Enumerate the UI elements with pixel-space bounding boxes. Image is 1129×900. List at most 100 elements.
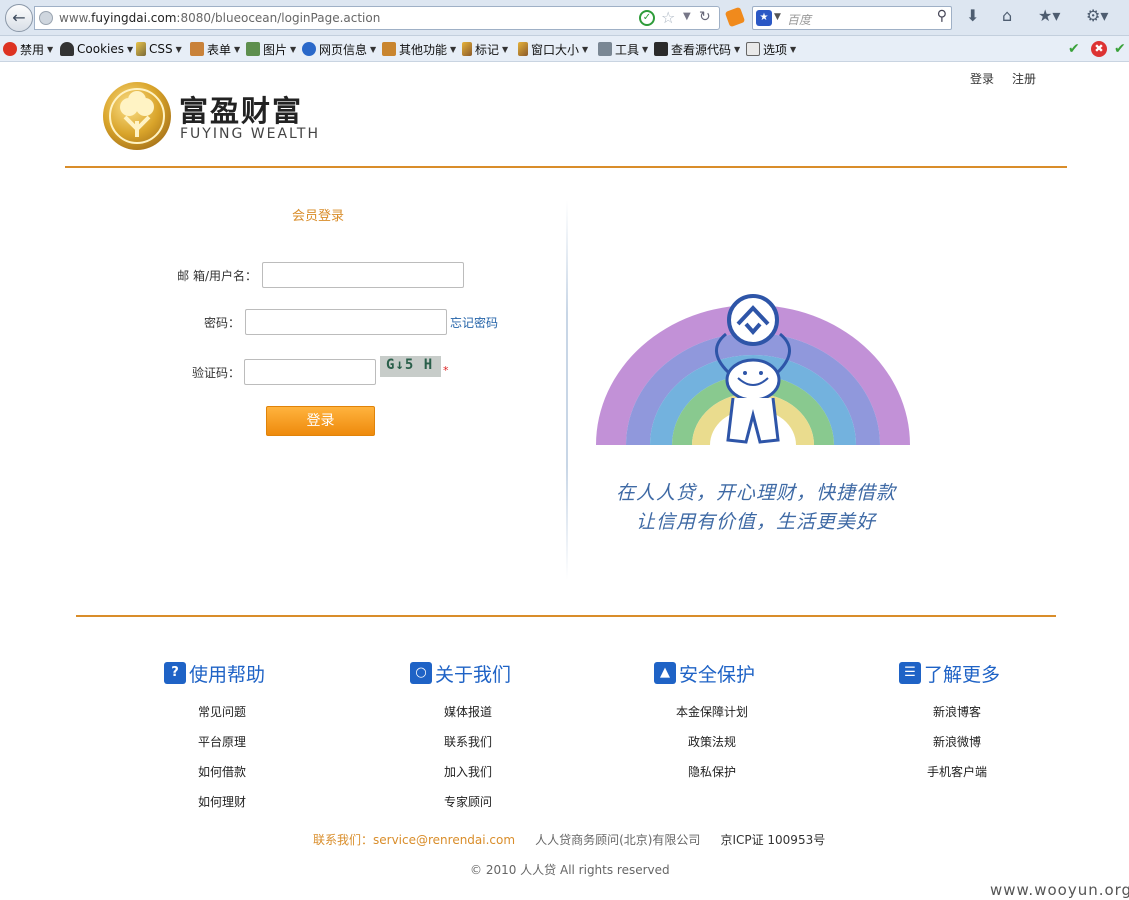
username-label: 邮 箱/用户名：	[177, 269, 257, 283]
toolbar-label: 选项	[763, 42, 788, 57]
contact-email[interactable]: 联系我们：service@renrendai.com	[313, 831, 515, 848]
register-link[interactable]: 注册	[1012, 70, 1036, 87]
toolbar-cookies[interactable]: Cookies ▼	[60, 40, 133, 58]
marker-icon	[462, 42, 472, 56]
footer-column-title: 了解更多	[924, 663, 1001, 686]
toolbar-label: CSS	[149, 42, 173, 56]
logo-english-name: FUYING WEALTH	[180, 126, 320, 142]
info-icon	[302, 42, 316, 56]
footer-link-list: 新浪博客 新浪微博 手机客户端	[899, 704, 1015, 794]
footer-link-list: 本金保障计划 政策法规 隐私保护	[654, 704, 770, 794]
icp-number: 京ICP证 100953号	[720, 833, 826, 847]
question-icon: ?	[164, 662, 186, 684]
footer-link[interactable]: 如何理财	[164, 794, 280, 824]
toolbar-label: 查看源代码	[671, 42, 732, 57]
verified-check-icon: ✓	[639, 10, 655, 26]
toolbar-resize[interactable]: 窗口大小 ▼	[518, 40, 588, 58]
tools-icon	[598, 42, 612, 56]
magnifier-icon[interactable]: ⚲	[937, 8, 947, 24]
login-link[interactable]: 登录	[970, 70, 994, 87]
slogan-line-2: 让信用有价值，生活更美好	[635, 511, 876, 533]
reload-icon[interactable]: ↻	[699, 9, 711, 25]
footer-link[interactable]: 本金保障计划	[654, 704, 770, 734]
url-text: www.fuyingdai.com:8080/blueocean/loginPa…	[59, 11, 381, 25]
toolbar-tools[interactable]: 工具 ▼	[598, 40, 648, 58]
history-dropdown-icon[interactable]: ▼	[683, 11, 691, 22]
copyright: © 2010 人人贷 All rights reserved	[470, 863, 670, 877]
bookmarks-menu-icon[interactable]: ★▾	[1038, 6, 1060, 25]
footer-link[interactable]: 新浪博客	[899, 704, 1015, 734]
rainbow-mascot-illustration	[596, 294, 910, 445]
back-arrow-icon[interactable]: ←	[5, 4, 33, 32]
login-submit-button[interactable]: 登录	[266, 406, 375, 436]
bookmark-star-icon[interactable]: ☆	[661, 8, 675, 27]
search-engine-dropdown-icon[interactable]: ▼	[774, 12, 781, 22]
toolbar-outline[interactable]: 标记 ▼	[462, 40, 508, 58]
password-label: 密码：	[203, 316, 240, 330]
toolbar-label: 窗口大小	[531, 42, 580, 57]
toolbar-page-info[interactable]: 网页信息 ▼	[302, 40, 376, 58]
toolbar-label: 网页信息	[319, 42, 368, 57]
footer-link[interactable]: 政策法规	[654, 734, 770, 764]
footer-link[interactable]: 如何借款	[164, 764, 280, 794]
toolbar-view-source[interactable]: 查看源代码 ▼	[654, 40, 740, 58]
search-bar[interactable]: ★ ▼ 百度 ⚲	[752, 6, 952, 30]
footer-link[interactable]: 平台原理	[164, 734, 280, 764]
footer-link[interactable]: 隐私保护	[654, 764, 770, 794]
baidu-paw-icon[interactable]: ★	[756, 10, 772, 26]
toolbar-disable[interactable]: 禁用 ▼	[3, 40, 53, 58]
browser-navigation-bar: ← www.fuyingdai.com:8080/blueocean/login…	[0, 0, 1129, 36]
toolbar-label: 图片	[263, 42, 288, 57]
toolbar-forms[interactable]: 表单 ▼	[190, 40, 240, 58]
download-icon[interactable]: ⬇	[966, 6, 979, 25]
source-icon	[654, 42, 668, 56]
address-bar[interactable]: www.fuyingdai.com:8080/blueocean/loginPa…	[34, 6, 720, 30]
footer-link[interactable]: 常见问题	[164, 704, 280, 734]
clipboard-icon	[190, 42, 204, 56]
captcha-image[interactable]: G↓5 H	[380, 356, 441, 377]
shield-icon: ▲	[654, 662, 676, 684]
footer-column-about: ○ 关于我们 媒体报道 联系我们 加入我们 专家顾问	[410, 660, 560, 809]
footer-link[interactable]: 专家顾问	[410, 794, 526, 824]
footer-link-list: 媒体报道 联系我们 加入我们 专家顾问	[410, 704, 526, 824]
error-icon[interactable]: ✖	[1091, 41, 1107, 57]
footer-column-title: 安全保护	[679, 663, 756, 686]
extension-menu-icon[interactable]: ⚙▾	[1086, 6, 1108, 25]
ruler-icon	[518, 42, 528, 56]
footer-column-header: ? 使用帮助	[164, 660, 314, 686]
toolbar-misc[interactable]: 其他功能 ▼	[382, 40, 456, 58]
toolbar-options[interactable]: 选项 ▼	[746, 40, 796, 58]
footer-column-title: 使用帮助	[189, 663, 266, 686]
slogan-line-1: 在人人贷，开心理财，快捷借款	[615, 482, 896, 504]
contact-line: 联系我们：service@renrendai.com 人人贷商务顾问(北京)有限…	[313, 831, 825, 848]
footer-link[interactable]: 新浪微博	[899, 734, 1015, 764]
toolbar-images[interactable]: 图片 ▼	[246, 40, 296, 58]
addon-icon[interactable]	[724, 6, 746, 28]
footer-link[interactable]: 媒体报道	[410, 704, 526, 734]
top-user-links: 登录 注册	[970, 70, 1036, 87]
username-input[interactable]	[262, 262, 464, 288]
footer-column-header: ▲ 安全保护	[654, 660, 804, 686]
check-ok-icon-2[interactable]: ✔	[1114, 41, 1126, 57]
search-placeholder: 百度	[787, 13, 812, 27]
toolbar-css[interactable]: CSS ▼	[136, 40, 182, 58]
toolbar-label: 标记	[475, 42, 500, 57]
check-ok-icon[interactable]: ✔	[1068, 41, 1080, 57]
forgot-password-link[interactable]: 忘记密码	[450, 314, 498, 331]
people-icon: ○	[410, 662, 432, 684]
captcha-input[interactable]	[244, 359, 376, 385]
book-icon	[382, 42, 396, 56]
footer-column-help: ? 使用帮助 常见问题 平台原理 如何借款 如何理财	[164, 660, 314, 809]
toolbar-label: Cookies	[77, 42, 124, 56]
user-icon	[60, 42, 74, 56]
toolbar-label: 工具	[615, 42, 640, 57]
footer-link[interactable]: 联系我们	[410, 734, 526, 764]
footer-link[interactable]: 加入我们	[410, 764, 526, 794]
logo-emblem-icon	[103, 82, 171, 150]
toolbar-label: 表单	[207, 42, 232, 57]
footer-link[interactable]: 手机客户端	[899, 764, 1015, 794]
password-input[interactable]	[245, 309, 447, 335]
toolbar-label: 禁用	[20, 42, 45, 57]
footer-divider	[76, 615, 1056, 617]
home-icon[interactable]: ⌂	[1002, 6, 1012, 25]
